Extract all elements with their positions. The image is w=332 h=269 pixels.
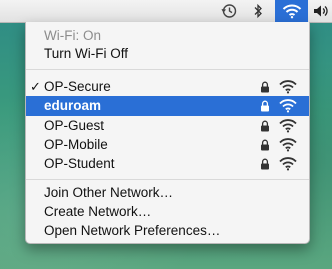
- wifi-menubar-icon[interactable]: [275, 0, 308, 22]
- network-item-op-mobile[interactable]: OP-Mobile: [26, 135, 309, 155]
- menu-separator: [26, 69, 309, 70]
- wifi-signal-icon: [279, 99, 297, 113]
- turn-wifi-off-label: Turn Wi-Fi Off: [44, 46, 128, 61]
- lock-icon: [261, 158, 269, 170]
- create-network-label: Create Network…: [44, 204, 152, 219]
- open-network-preferences-label: Open Network Preferences…: [44, 223, 221, 238]
- network-name: OP-Guest: [44, 118, 105, 133]
- open-network-preferences-item[interactable]: Open Network Preferences…: [26, 221, 309, 241]
- wifi-status-label: Wi-Fi: On: [44, 28, 101, 43]
- join-other-network-label: Join Other Network…: [44, 185, 174, 200]
- wifi-status-item: Wi-Fi: On: [26, 26, 309, 46]
- volume-icon[interactable]: [310, 0, 332, 22]
- create-network-item[interactable]: Create Network…: [26, 202, 309, 222]
- join-other-network-item[interactable]: Join Other Network…: [26, 183, 309, 203]
- wifi-menu: Wi-Fi: On Turn Wi-Fi Off ✓ OP-Secure edu…: [25, 22, 310, 244]
- network-item-eduroam[interactable]: eduroam: [26, 96, 309, 116]
- wifi-signal-icon: [279, 119, 297, 133]
- wifi-signal-icon: [279, 80, 297, 94]
- time-machine-icon[interactable]: [216, 0, 242, 22]
- lock-icon: [261, 120, 269, 132]
- network-name: OP-Mobile: [44, 137, 108, 152]
- network-item-op-secure[interactable]: ✓ OP-Secure: [26, 77, 309, 97]
- network-item-op-guest[interactable]: OP-Guest: [26, 116, 309, 136]
- lock-icon: [261, 100, 269, 112]
- wifi-signal-icon: [279, 157, 297, 171]
- lock-icon: [261, 81, 269, 93]
- checkmark-icon: ✓: [30, 79, 41, 94]
- menu-separator: [26, 179, 309, 180]
- wifi-signal-icon: [279, 138, 297, 152]
- network-name: eduroam: [44, 98, 102, 113]
- network-name: OP-Student: [44, 156, 115, 171]
- menu-bar: [0, 0, 332, 23]
- lock-icon: [261, 139, 269, 151]
- bluetooth-icon[interactable]: [248, 0, 268, 22]
- network-item-op-student[interactable]: OP-Student: [26, 154, 309, 174]
- turn-wifi-off-item[interactable]: Turn Wi-Fi Off: [26, 44, 309, 64]
- network-name: OP-Secure: [44, 79, 111, 94]
